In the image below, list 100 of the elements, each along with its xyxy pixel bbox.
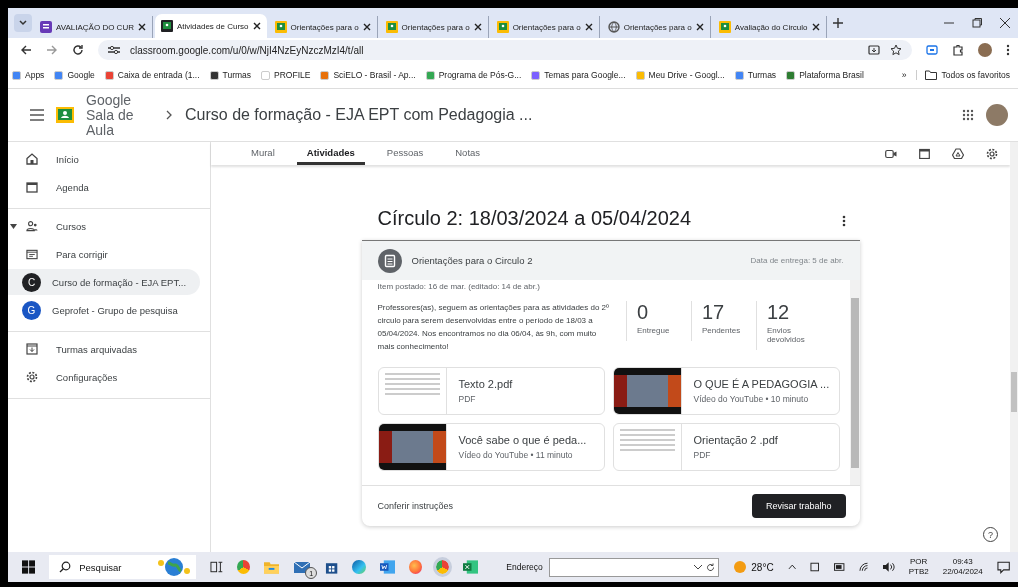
apps-grid-icon[interactable] [962,109,974,121]
chevron-up-icon[interactable] [787,564,797,570]
close-icon[interactable] [362,23,371,31]
restore-icon[interactable] [972,18,982,28]
bookmark-link[interactable]: Turmas [209,70,252,80]
star-icon[interactable] [890,44,902,56]
more-bookmarks-button[interactable]: » [901,70,907,80]
sidebar-item[interactable]: Agenda [8,174,200,200]
taskbar-search-field[interactable]: Pesquisar [49,555,196,579]
user-avatar[interactable] [986,104,1008,126]
address-field[interactable]: classroom.google.com/u/0/w/NjI4NzEyNzczMzI4/t/all [98,40,912,60]
keyboard-layout[interactable]: PTB2 [908,567,929,577]
browser-icon[interactable] [236,560,251,574]
class-tab[interactable]: Mural [241,142,285,165]
forward-icon[interactable] [46,44,58,56]
notifications-icon[interactable] [996,560,1010,574]
browser-tab[interactable]: Orientações para o [379,16,489,38]
caret-icon[interactable] [10,224,17,229]
more-icon[interactable] [1006,44,1010,56]
assignment-title[interactable]: Orientações para o Circulo 2 [411,255,533,266]
profile-avatar[interactable] [978,43,992,57]
folder-icon[interactable] [264,560,280,574]
bookmark-link[interactable]: Caixa de entrada (1... [104,70,200,80]
language-indicator[interactable]: POR [910,557,928,567]
volume-icon[interactable] [883,562,895,572]
browser-tab[interactable]: Orientações para o [490,16,600,38]
bookmark-link[interactable]: Turmas [734,70,777,80]
weather-widget[interactable]: 28°C [733,560,774,574]
browser-icon[interactable] [436,560,450,574]
install-icon[interactable] [868,44,880,56]
reload-icon[interactable] [72,44,84,56]
close-icon[interactable] [1000,18,1010,28]
close-icon[interactable] [252,22,261,30]
attachment-card[interactable]: Orientação 2 .pdf PDF [612,423,840,471]
bookmark-link[interactable]: Apps [12,70,45,80]
classroom-icon [385,21,398,33]
bookmark-link[interactable]: PROFILE [261,70,311,80]
bookmark-link[interactable]: Google [54,70,95,80]
start-icon[interactable] [22,560,36,574]
task-view-icon[interactable] [209,561,223,573]
excel-icon[interactable] [463,560,479,574]
bookmark-link[interactable]: Temas para Google... [531,70,626,80]
mail-icon[interactable] [293,560,312,574]
puzzle-icon[interactable] [952,44,964,56]
sidebar-item[interactable]: Para corrigir [8,241,200,267]
back-icon[interactable] [20,44,32,56]
close-icon[interactable] [137,23,146,31]
more-icon[interactable] [841,214,846,227]
sidebar-item[interactable]: G Geprofet - Grupo de pesquisa [8,297,200,323]
class-tab[interactable]: Atividades [296,142,365,165]
close-icon[interactable] [584,23,593,31]
bookmark-link[interactable]: Plataforma Brasil [786,70,864,80]
class-tab[interactable]: Pessoas [376,142,434,165]
attachment-card[interactable]: Você sabe o que é peda... Vídeo do YouTube • 11 minuto [377,423,605,471]
settings-icon[interactable] [986,147,998,160]
calendar-icon[interactable] [919,148,930,159]
classroom-icon [496,21,509,33]
attachment-card[interactable]: Texto 2.pdf PDF [377,367,605,415]
sidebar-item[interactable]: Configurações [8,364,200,390]
close-icon[interactable] [811,23,820,31]
browser-tab[interactable]: AVALIAÇÃO DO CUR [34,16,153,38]
sidebar-item[interactable]: Cursos [8,213,200,239]
clock-date[interactable]: 22/04/2024 [942,567,983,577]
drive-icon[interactable] [952,148,964,159]
bookmark-link[interactable]: Programa de Pós-G... [425,70,522,80]
refresh-icon[interactable] [706,562,716,572]
extension-icon[interactable] [926,44,938,56]
browser-tab[interactable]: Avaliação do Circulo [712,16,827,38]
close-icon[interactable] [695,23,704,31]
sidebar-item[interactable]: Turmas arquivadas [8,336,200,362]
browser-tab[interactable]: Atividades de Curso [154,14,267,38]
new-tab-icon[interactable] [832,18,843,28]
review-work-button[interactable]: Revisar trabalho [751,494,846,518]
tab-title: Orientações para o [512,22,581,32]
video-icon[interactable] [885,148,897,159]
tab-search-icon[interactable] [14,14,32,32]
scrollbar[interactable] [849,280,860,485]
bookmark-link[interactable]: Meu Drive - Googl... [635,70,725,80]
course-avatar: G [22,300,41,320]
menu-icon[interactable] [30,109,44,121]
instructions-link[interactable]: Conferir instruções [377,501,454,511]
store-icon[interactable] [325,560,339,574]
browser-tab[interactable]: Orientações para o [601,16,711,38]
address-toolbar-field[interactable] [548,557,720,577]
browser-tab[interactable]: Orientações para o [268,16,378,38]
clock-time[interactable]: 09:43 [952,557,973,567]
dropdown-icon[interactable] [694,564,703,570]
sidebar-item[interactable]: Início [8,146,200,172]
attachment-card[interactable]: O QUE É A PEDAGOGIA ... Vídeo do YouTube • 10 minuto [612,367,840,415]
close-icon[interactable] [473,23,482,31]
battery-icon[interactable] [833,563,845,571]
network-icon[interactable] [810,562,820,572]
wifi-icon[interactable] [858,562,870,572]
sidebar-item[interactable]: C Curso de formação - EJA EPT... [8,269,200,295]
forms-icon [40,21,52,33]
page-scrollbar[interactable] [1010,142,1018,552]
bookmark-link[interactable]: SciELO - Brasil - Ap... [320,70,416,80]
class-tab[interactable]: Notas [445,142,491,165]
word-icon[interactable] [379,560,395,574]
bookmark-folder-link[interactable]: Todos os favoritos [916,70,1010,80]
